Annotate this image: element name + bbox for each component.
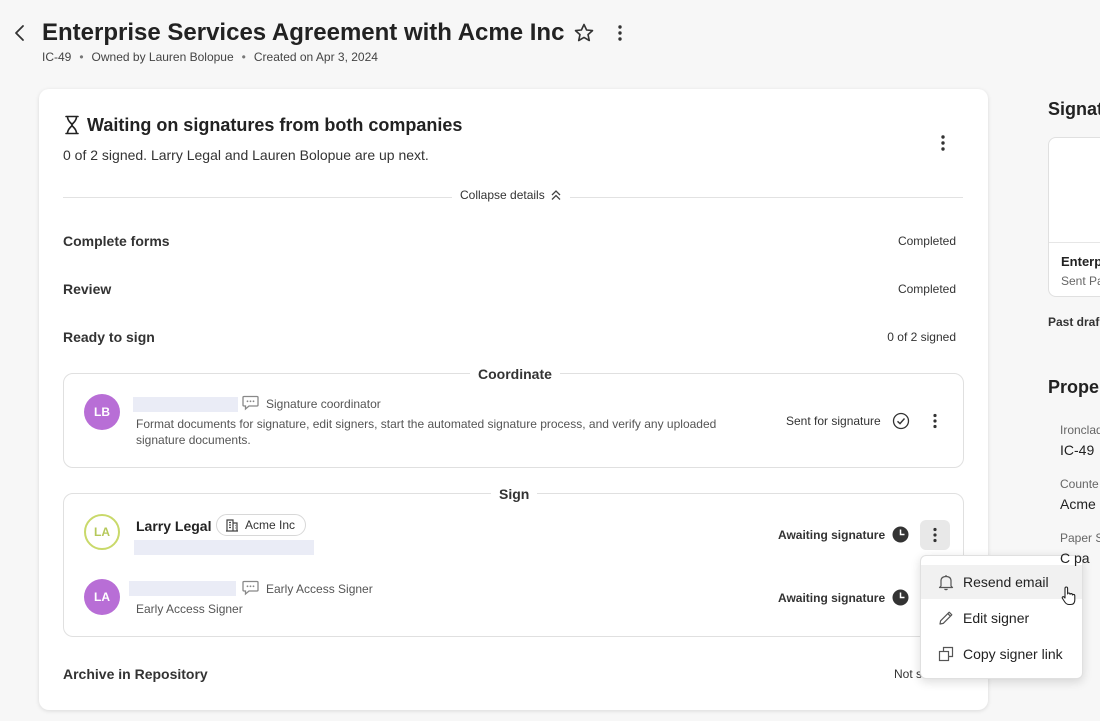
sign-title: Sign	[491, 486, 538, 502]
clock-icon	[892, 589, 909, 606]
bell-icon	[938, 575, 954, 591]
resend-email-item[interactable]: Resend email	[921, 565, 1082, 599]
step-ready-to-sign-status: 0 of 2 signed	[887, 330, 956, 344]
step-review-status: Completed	[897, 282, 956, 296]
comment-icon[interactable]	[241, 579, 260, 597]
signer-options-button[interactable]	[920, 520, 950, 550]
clock-icon	[892, 526, 909, 543]
workflow-status-title: Waiting on signatures from both companie…	[87, 115, 463, 135]
more-options-icon	[933, 413, 937, 429]
step-ready-to-sign-label: Ready to sign	[63, 329, 155, 345]
double-chevron-up-icon	[551, 190, 561, 200]
step-complete-forms-status: Completed	[897, 234, 956, 248]
property-label: Counte	[1060, 477, 1099, 491]
coordinate-title: Coordinate	[470, 366, 560, 382]
collapse-details-button[interactable]: Collapse details	[452, 188, 570, 202]
workflow-status-subtitle: 0 of 2 signed. Larry Legal and Lauren Bo…	[63, 147, 429, 163]
redacted-email	[134, 540, 314, 555]
signer-name: Larry Legal	[136, 518, 212, 534]
check-circle-icon	[892, 412, 910, 430]
edit-signer-item[interactable]: Edit signer	[921, 601, 1082, 635]
owner-text: Owned by Lauren Bolopue	[91, 50, 234, 64]
step-review-label: Review	[63, 281, 112, 297]
collapse-details-label: Collapse details	[460, 188, 545, 202]
past-drafts-link[interactable]: Past draf	[1048, 315, 1099, 329]
properties-heading: Prope	[1048, 377, 1100, 397]
edit-signer-label: Edit signer	[963, 610, 1030, 626]
company-name: Acme Inc	[245, 518, 296, 532]
step-archive-status: Not s	[894, 667, 923, 681]
document-title: Enterp	[1061, 254, 1100, 269]
copy-signer-link-item[interactable]: Copy signer link	[921, 637, 1082, 671]
step-complete-forms-label: Complete forms	[63, 233, 170, 249]
property-label: Paper S	[1060, 531, 1100, 545]
property-value: C pa	[1060, 550, 1090, 566]
property-label: Ironclad	[1060, 423, 1100, 437]
step-archive-label: Archive in Repository	[63, 666, 208, 682]
resend-email-label: Resend email	[963, 574, 1049, 590]
avatar: LB	[84, 394, 120, 430]
coordinator-role: Signature coordinator	[266, 397, 381, 411]
hourglass-icon	[65, 115, 79, 135]
more-options-icon[interactable]	[610, 23, 630, 43]
signer-options-menu: Resend email Edit signer Copy signer lin…	[920, 555, 1083, 679]
document-subtitle: Sent Pa	[1061, 274, 1100, 288]
redacted-name	[133, 397, 238, 412]
signer-role: Early Access Signer	[266, 582, 373, 596]
coordinator-options-button[interactable]	[920, 406, 950, 436]
created-text: Created on Apr 3, 2024	[253, 50, 378, 64]
page-meta: IC-49 • Owned by Lauren Bolopue • Created on…	[42, 50, 378, 64]
star-icon[interactable]	[573, 22, 595, 44]
property-value: Acme I	[1060, 496, 1100, 512]
signatures-heading: Signat	[1048, 99, 1100, 119]
company-badge: Acme Inc	[216, 514, 307, 536]
coordinator-description: Format documents for signature, edit sig…	[136, 417, 717, 447]
avatar: LA	[84, 514, 120, 550]
copy-icon	[938, 646, 954, 662]
workflow-options-icon[interactable]	[933, 133, 953, 153]
more-options-icon	[933, 527, 937, 543]
hand-cursor-icon	[1061, 586, 1076, 606]
building-icon	[226, 519, 238, 532]
back-arrow-icon[interactable]	[10, 22, 30, 44]
redacted-name	[129, 581, 236, 596]
record-id: IC-49	[42, 50, 72, 64]
avatar: LA	[84, 579, 120, 615]
coordinator-status: Sent for signature	[786, 414, 881, 428]
card-divider	[1049, 242, 1100, 243]
property-value: IC-49	[1060, 442, 1095, 458]
signer-subrole: Early Access Signer	[136, 602, 243, 616]
signer-status: Awaiting signature	[778, 528, 886, 542]
pencil-icon	[939, 611, 953, 625]
signer-status: Awaiting signature	[778, 591, 886, 605]
signature-document-card[interactable]: Enterp Sent Pa	[1048, 137, 1100, 297]
comment-icon[interactable]	[241, 394, 260, 412]
copy-signer-link-label: Copy signer link	[963, 646, 1063, 662]
page-title: Enterprise Services Agreement with Acme …	[42, 19, 565, 46]
